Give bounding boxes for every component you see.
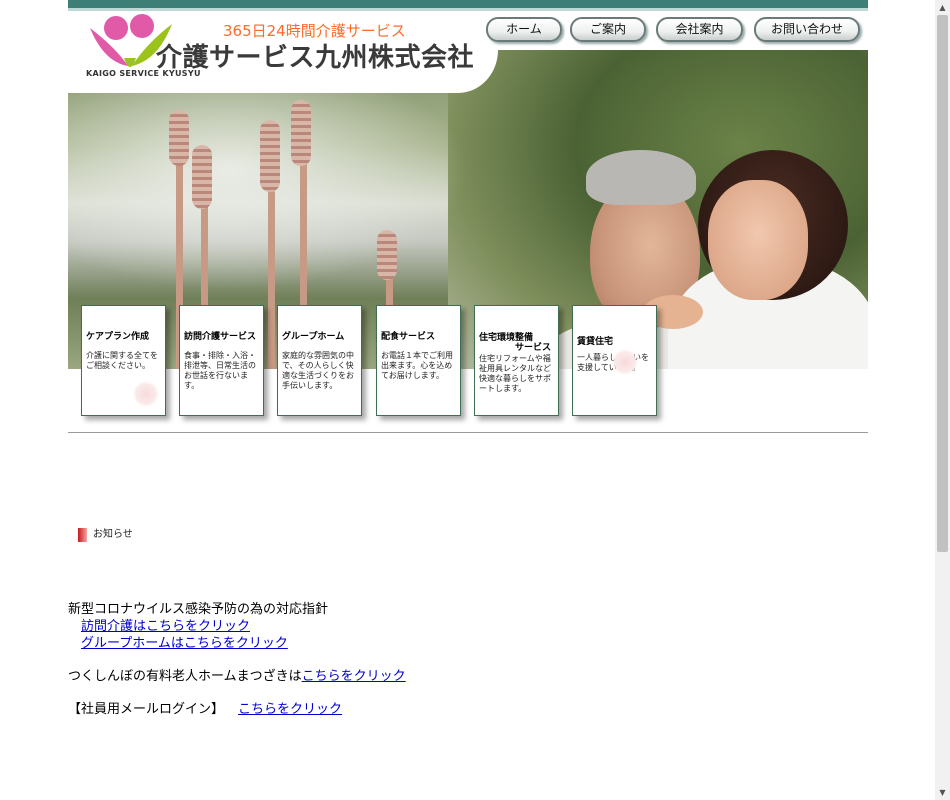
flower-decoration-icon: [133, 381, 159, 407]
top-accent-bar: [68, 0, 868, 8]
tsukushinbo-link[interactable]: こちらをクリック: [302, 669, 406, 684]
news-label: お知らせ: [93, 529, 133, 540]
woman-figure-face: [708, 180, 808, 300]
service-card-text: 家庭的な雰囲気の中で、その人らしく快適な生活づくりをお手伝いします。: [282, 351, 354, 390]
service-card-title: 配食サービス: [381, 332, 436, 342]
news-marker-icon: [78, 528, 87, 542]
service-card-home-visit[interactable]: 訪問介護サービス 食事・排除・入浴・排泄等、日常生活のお世話を行ないます。: [179, 305, 264, 416]
nav-guide-button[interactable]: ご案内: [570, 17, 646, 42]
vertical-scrollbar[interactable]: ▲ ▼: [935, 0, 950, 800]
horsetail-cone: [260, 120, 280, 192]
scroll-down-arrow-icon[interactable]: ▼: [935, 785, 950, 800]
staff-login-link[interactable]: こちらをクリック: [238, 702, 342, 717]
scrollbar-thumb[interactable]: [937, 15, 948, 552]
service-card-title-line2: サービス: [515, 343, 552, 353]
tsukushinbo-text: つくしんぼの有料老人ホームまつざきは: [68, 669, 302, 684]
company-name: 介護サービス九州株式会社: [156, 43, 475, 73]
service-card-title: ケアプラン作成: [86, 332, 150, 342]
staff-login-line: 【社員用メールログイン】 こちらをクリック: [68, 698, 342, 717]
section-divider: [68, 432, 868, 433]
nav-company-button[interactable]: 会社案内: [656, 17, 743, 42]
nav-contact-button[interactable]: お問い合わせ: [754, 17, 860, 42]
top-accent-stripe: [68, 8, 868, 11]
service-card-title: グループホーム: [282, 332, 345, 342]
service-card-housing-environment[interactable]: 住宅環境整備 サービス 住宅リフォームや福祉用具レンタルなど快適な暮らしをサポー…: [474, 305, 559, 416]
service-card-text: 介護に関する全てをご相談ください。: [86, 351, 158, 370]
flower-decoration-icon: [612, 349, 638, 375]
horsetail-cone: [291, 100, 311, 166]
service-card-text: お電話１本でご利用出来ます。心を込めてお届けします。: [381, 351, 453, 380]
staff-login-label: 【社員用メールログイン】: [68, 702, 225, 717]
service-card-title: 訪問介護サービス: [184, 332, 257, 342]
horsetail-stem: [268, 190, 275, 369]
service-card-title: 住宅環境整備: [479, 333, 534, 343]
service-card-title: 賃貸住宅: [577, 337, 614, 347]
scroll-up-arrow-icon[interactable]: ▲: [935, 0, 950, 15]
service-card-group-home[interactable]: グループホーム 家庭的な雰囲気の中で、その人らしく快適な生活づくりをお手伝いしま…: [277, 305, 362, 416]
service-card-rental-housing[interactable]: 賃貸住宅 一人暮らし住まいを支援しています。: [572, 305, 657, 416]
horsetail-cone: [192, 145, 212, 209]
service-card-text: 住宅リフォームや福祉用具レンタルなど快適な暮らしをサポートします。: [479, 354, 551, 393]
tsukushinbo-line: つくしんぼの有料老人ホームまつざきはこちらをクリック: [68, 665, 406, 684]
page: KAIGO SERVICE KYUSYU 365日24時間介護サービス 介護サー…: [68, 0, 868, 800]
service-card-meal-delivery[interactable]: 配食サービス お電話１本でご利用出来ます。心を込めてお届けします。: [376, 305, 461, 416]
nav-home-button[interactable]: ホーム: [486, 17, 562, 42]
man-figure-hair: [586, 150, 696, 205]
service-card-care-plan[interactable]: ケアプラン作成 介護に関する全てをご相談ください。: [81, 305, 166, 416]
service-card-text: 食事・排除・入浴・排泄等、日常生活のお世話を行ないます。: [184, 351, 256, 390]
group-home-link[interactable]: グループホームはこちらをクリック: [81, 632, 288, 651]
horsetail-cone: [169, 110, 189, 166]
horsetail-cone: [377, 230, 397, 280]
